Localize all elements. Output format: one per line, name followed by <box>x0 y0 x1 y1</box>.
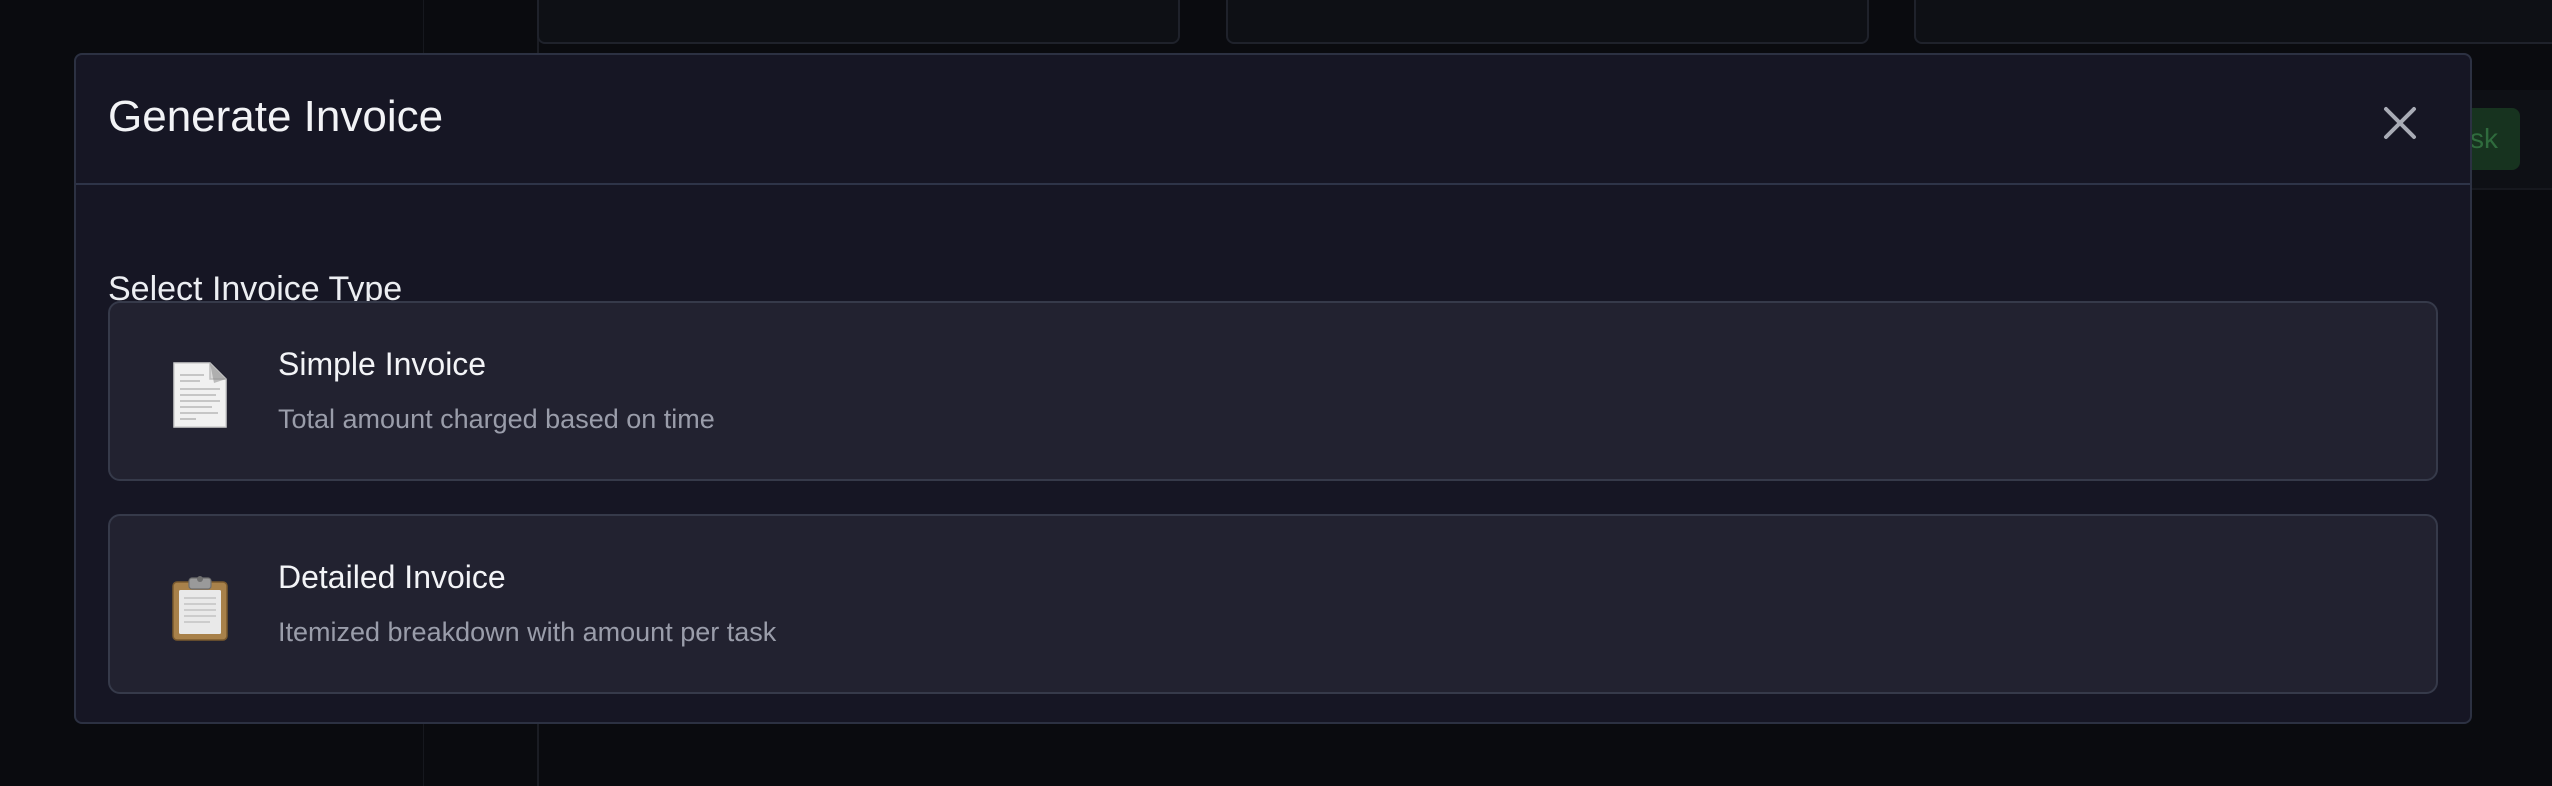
background-summary-card <box>537 0 1180 44</box>
option-title: Detailed Invoice <box>278 559 506 595</box>
background-summary-card <box>1226 0 1869 44</box>
clipboard-icon <box>170 574 230 642</box>
document-icon <box>170 361 230 429</box>
close-button[interactable] <box>2378 101 2422 145</box>
close-icon <box>2384 107 2416 139</box>
simple-invoice-option[interactable]: Simple Invoice Total amount charged base… <box>108 301 2438 481</box>
detailed-invoice-option[interactable]: Detailed Invoice Itemized breakdown with… <box>108 514 2438 694</box>
modal-title: Generate Invoice <box>108 92 444 141</box>
generate-invoice-modal: Generate Invoice Select Invoice Type Sim… <box>74 53 2472 724</box>
modal-header: Generate Invoice <box>76 55 2470 185</box>
option-title: Simple Invoice <box>278 346 487 382</box>
option-description: Total amount charged based on time <box>278 404 715 434</box>
option-description: Itemized breakdown with amount per task <box>278 617 777 647</box>
background-summary-card <box>1914 0 2552 44</box>
